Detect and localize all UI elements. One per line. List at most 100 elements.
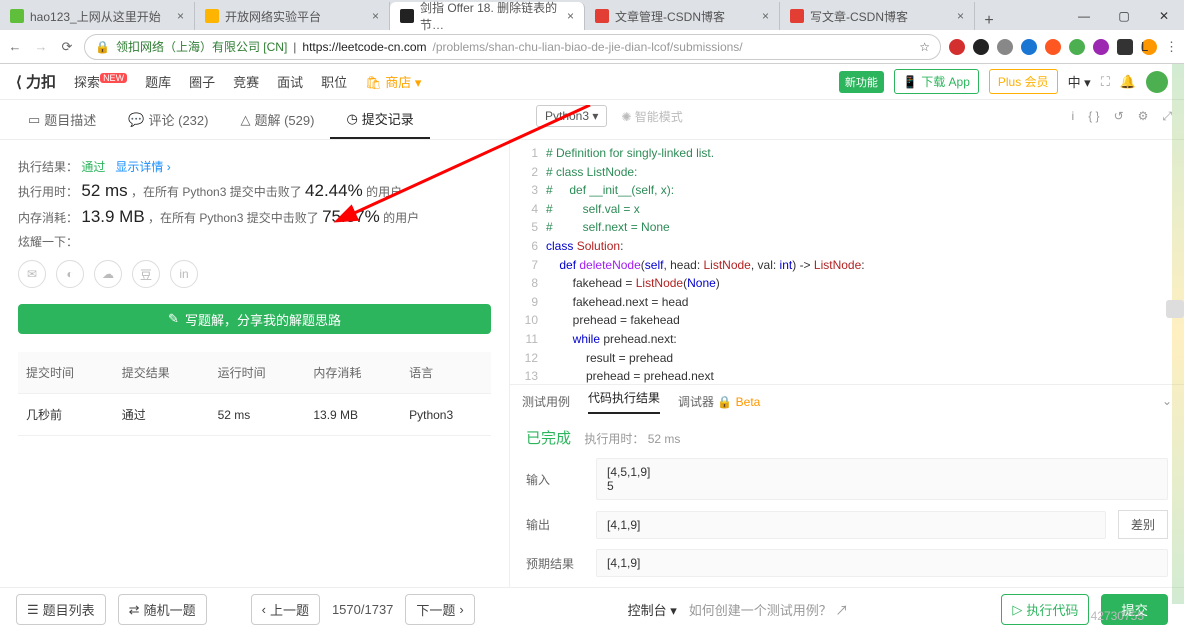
memory-label: 内存消耗：: [18, 211, 78, 225]
output-label: 输出: [526, 516, 596, 533]
close-icon[interactable]: ×: [177, 9, 184, 23]
language-select[interactable]: Python3 ▾: [536, 105, 607, 127]
problem-list-button[interactable]: ☰ 题目列表: [16, 594, 106, 625]
url-cert: 领扣网络（上海）有限公司 [CN]: [116, 38, 287, 55]
expected-value: [4,1,9]: [596, 549, 1168, 577]
close-icon[interactable]: ×: [372, 9, 379, 23]
status-pass: 通过: [81, 160, 105, 174]
user-avatar[interactable]: [1146, 71, 1168, 93]
address-bar[interactable]: 🔒 领扣网络（上海）有限公司 [CN] | https://leetcode-c…: [84, 34, 941, 60]
expected-label: 预期结果: [526, 555, 596, 572]
tab-solutions[interactable]: △ 题解 (529): [224, 100, 330, 139]
settings-icon[interactable]: ⚙: [1138, 109, 1149, 124]
tab-comments[interactable]: 💬 评论 (232): [112, 100, 224, 139]
new-tab-button[interactable]: +: [975, 12, 1003, 30]
write-solution-button[interactable]: ✎ 写题解，分享我的解题思路: [18, 304, 491, 334]
random-button[interactable]: ⇄ 随机一题: [118, 594, 207, 625]
reload-button[interactable]: ⟳: [58, 38, 76, 56]
ext-icon[interactable]: [1021, 39, 1037, 55]
back-button[interactable]: ←: [6, 38, 24, 56]
nav-interview[interactable]: 面试: [277, 75, 303, 90]
ext-icon[interactable]: [997, 39, 1013, 55]
next-button[interactable]: 下一题 ›: [405, 594, 474, 625]
close-icon[interactable]: ×: [957, 9, 964, 23]
tab-output[interactable]: 代码执行结果: [588, 389, 660, 414]
layout-icon[interactable]: ⛶: [1101, 74, 1110, 90]
share-douban-icon[interactable]: 豆: [132, 260, 160, 288]
new-feature-badge[interactable]: 新功能: [839, 71, 884, 93]
col-lang: 语言: [401, 352, 491, 394]
runtime-text: 执行用时： 52 ms: [584, 432, 680, 446]
exec-result-label: 执行结果：: [18, 160, 78, 174]
ext-icon[interactable]: [973, 39, 989, 55]
menu-icon[interactable]: ⋮: [1165, 39, 1178, 55]
nav-circle[interactable]: 圈子: [189, 75, 215, 90]
lock-icon: 🔒: [95, 40, 110, 54]
console-toggle[interactable]: 控制台 ▾: [628, 600, 677, 619]
info-icon[interactable]: i: [1072, 109, 1075, 124]
tab-debugger[interactable]: 调试器 🔒 Beta: [678, 393, 760, 410]
input-value: [4,5,1,9] 5: [596, 458, 1168, 500]
nav-store[interactable]: 🛍 商店 ▾: [365, 72, 421, 91]
runtime-value: 52 ms: [81, 181, 127, 200]
ext-icon[interactable]: [949, 39, 965, 55]
submission-table: 提交时间 提交结果 运行时间 内存消耗 语言 几秒前 通过 52 ms 13.9…: [18, 352, 491, 436]
browser-tab[interactable]: 文章管理-CSDN博客×: [585, 2, 780, 30]
status-done: 已完成: [526, 430, 571, 447]
run-code-button[interactable]: ▷ 执行代码: [1001, 594, 1089, 625]
tab-submissions[interactable]: ◷ 提交记录: [330, 100, 429, 139]
close-window-button[interactable]: ✕: [1144, 2, 1184, 30]
url-path: /problems/shan-chu-lian-biao-de-jie-dian…: [432, 40, 742, 54]
ext-icon[interactable]: [1045, 39, 1061, 55]
maximize-button[interactable]: ▢: [1104, 2, 1144, 30]
prev-button[interactable]: ‹ 上一题: [251, 594, 320, 625]
ext-icon[interactable]: [1117, 39, 1133, 55]
plus-button[interactable]: Plus 会员: [989, 69, 1058, 94]
ext-icon[interactable]: [1069, 39, 1085, 55]
forward-button[interactable]: →: [32, 38, 50, 56]
ext-icon[interactable]: [1093, 39, 1109, 55]
logo[interactable]: ⟨ 力扣: [16, 71, 56, 92]
nav-jobs[interactable]: 职位: [321, 75, 347, 90]
nav-contest[interactable]: 竞赛: [233, 75, 259, 90]
share-qq-icon[interactable]: ☁: [94, 260, 122, 288]
tab-description[interactable]: ▭ 题目描述: [12, 100, 112, 139]
download-app-button[interactable]: 📱 下载 App: [894, 69, 979, 94]
diff-button[interactable]: 差别: [1118, 510, 1168, 539]
bell-icon[interactable]: 🔔: [1120, 74, 1136, 90]
browser-tab[interactable]: hao123_上网从这里开始×: [0, 2, 195, 30]
star-icon[interactable]: ☆: [919, 40, 930, 54]
runtime-pct: 42.44%: [305, 181, 363, 200]
share-weibo-icon[interactable]: ◐: [56, 260, 84, 288]
watermark: 42730755: [1091, 609, 1144, 623]
col-runtime: 运行时间: [210, 352, 306, 394]
nav-problems[interactable]: 题库: [145, 75, 171, 90]
col-time: 提交时间: [18, 352, 114, 394]
browser-tab[interactable]: 开放网络实验平台×: [195, 2, 390, 30]
braces-icon[interactable]: { }: [1088, 109, 1099, 124]
browser-tab[interactable]: 剑指 Offer 18. 删除链表的节…×: [390, 2, 585, 30]
copy-icon[interactable]: [1166, 300, 1184, 318]
tab-testcases[interactable]: 测试用例: [522, 393, 570, 410]
collapse-icon[interactable]: ⌄: [1162, 394, 1172, 408]
close-icon[interactable]: ×: [762, 9, 769, 23]
share-wechat-icon[interactable]: ✉: [18, 260, 46, 288]
url-host: https://leetcode-cn.com: [302, 40, 426, 54]
show-detail-link[interactable]: 显示详情 ›: [115, 160, 170, 174]
page-counter: 1570/1737: [332, 602, 393, 617]
col-memory: 内存消耗: [305, 352, 401, 394]
fullscreen-icon[interactable]: ⤢: [1162, 109, 1172, 124]
smart-mode[interactable]: 智能模式: [635, 110, 683, 124]
close-icon[interactable]: ×: [567, 9, 574, 23]
lang-switch[interactable]: 中 ▾: [1068, 72, 1091, 91]
browser-tab[interactable]: 写文章-CSDN博客×: [780, 2, 975, 30]
table-row[interactable]: 几秒前 通过 52 ms 13.9 MB Python3: [18, 394, 491, 436]
memory-value: 13.9 MB: [81, 207, 144, 226]
share-linkedin-icon[interactable]: in: [170, 260, 198, 288]
avatar[interactable]: L: [1141, 39, 1157, 55]
code-editor[interactable]: 123456789101112131415 # Definition for s…: [510, 140, 1184, 384]
undo-icon[interactable]: ↺: [1114, 109, 1124, 124]
help-link[interactable]: 如何创建一个测试用例？ ↗: [689, 600, 849, 619]
nav-explore[interactable]: 探索: [74, 75, 100, 90]
minimize-button[interactable]: —: [1064, 2, 1104, 30]
